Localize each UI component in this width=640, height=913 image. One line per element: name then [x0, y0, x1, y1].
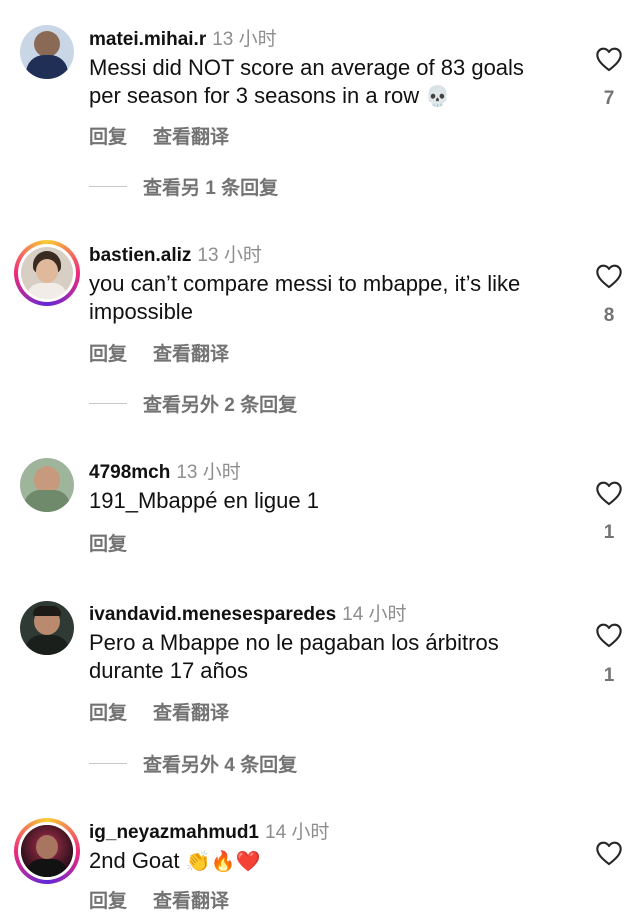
view-replies-button[interactable]: 查看另外 2 条回复 — [89, 390, 297, 417]
reply-button[interactable]: 回复 — [89, 344, 127, 365]
like-count: 1 — [603, 665, 615, 686]
username[interactable]: 4798mch — [89, 462, 170, 483]
reply-button[interactable]: 回复 — [89, 891, 127, 912]
timestamp: 14 小时 — [342, 604, 407, 625]
username[interactable]: bastien.aliz — [89, 245, 191, 266]
like-button[interactable] — [594, 840, 624, 866]
comment-text: Messi did NOT score an average of 83 goa… — [89, 54, 559, 110]
avatar — [21, 247, 73, 299]
username[interactable]: matei.mihai.r — [89, 29, 206, 50]
username[interactable]: ig_neyazmahmud1 — [89, 822, 259, 843]
avatar-story-ring[interactable] — [14, 818, 80, 884]
comment-header: ig_neyazmahmud1 14 小时 — [89, 817, 329, 844]
comment-actions: 回复 查看翻译 — [89, 339, 255, 366]
comment-actions: 回复 查看翻译 — [89, 886, 255, 913]
view-replies-label: 查看另外 4 条回复 — [143, 755, 298, 776]
see-translation-button[interactable]: 查看翻译 — [153, 891, 229, 912]
comment-body: Pero a Mbappe no le pagaban los árbitros… — [89, 630, 499, 683]
like-button[interactable] — [594, 263, 624, 289]
timestamp: 13 小时 — [212, 29, 277, 50]
view-replies-button[interactable]: 查看另外 4 条回复 — [89, 750, 297, 777]
comment-text: 2nd Goat 👏🔥❤️ — [89, 847, 559, 875]
reply-button[interactable]: 回复 — [89, 127, 127, 148]
username[interactable]: ivandavid.menesesparedes — [89, 604, 336, 625]
reply-button[interactable]: 回复 — [89, 534, 127, 555]
see-translation-button[interactable]: 查看翻译 — [153, 703, 229, 724]
like-count: 7 — [603, 88, 615, 109]
timestamp: 13 小时 — [197, 245, 262, 266]
comment-actions: 回复 查看翻译 — [89, 122, 255, 149]
like-button[interactable] — [594, 46, 624, 72]
divider-line — [89, 403, 127, 404]
view-replies-button[interactable]: 查看另 1 条回复 — [89, 173, 278, 200]
comment-text: Pero a Mbappe no le pagaban los árbitros… — [89, 629, 559, 685]
comment-body: you can’t compare messi to mbappe, it’s … — [89, 271, 521, 324]
comment-actions: 回复 查看翻译 — [89, 698, 255, 725]
divider-line — [89, 763, 127, 764]
comment-text: 191_Mbappé en ligue 1 — [89, 487, 559, 515]
comment-body: Messi did NOT score an average of 83 goa… — [89, 55, 524, 108]
avatar — [21, 825, 73, 877]
comment-body: 2nd Goat — [89, 848, 180, 873]
see-translation-button[interactable]: 查看翻译 — [153, 127, 229, 148]
divider-line — [89, 186, 127, 187]
heart-outline-icon — [596, 47, 622, 72]
heart-outline-icon — [596, 264, 622, 289]
heart-outline-icon — [596, 481, 622, 506]
reply-button[interactable]: 回复 — [89, 703, 127, 724]
comment-text: you can’t compare messi to mbappe, it’s … — [89, 270, 559, 326]
comment-header: matei.mihai.r 13 小时 — [89, 24, 277, 51]
skull-emoji: 💀 — [425, 84, 451, 108]
comment-header: 4798mch 13 小时 — [89, 457, 241, 484]
like-button[interactable] — [594, 622, 624, 648]
comment-body: 191_Mbappé en ligue 1 — [89, 488, 319, 513]
view-replies-label: 查看另外 2 条回复 — [143, 395, 298, 416]
heart-outline-icon — [596, 623, 622, 648]
like-count: 1 — [603, 522, 615, 543]
timestamp: 13 小时 — [176, 462, 241, 483]
avatar-story-ring[interactable] — [14, 240, 80, 306]
avatar[interactable] — [20, 601, 74, 655]
comment-header: bastien.aliz 13 小时 — [89, 240, 262, 267]
like-button[interactable] — [594, 480, 624, 506]
comment-header: ivandavid.menesesparedes 14 小时 — [89, 599, 407, 626]
like-count: 8 — [603, 305, 615, 326]
heart-outline-icon — [596, 841, 622, 866]
avatar[interactable] — [20, 458, 74, 512]
see-translation-button[interactable]: 查看翻译 — [153, 344, 229, 365]
timestamp: 14 小时 — [265, 822, 330, 843]
clap-fire-heart-emoji: 👏🔥❤️ — [185, 849, 261, 873]
comment-actions: 回复 — [89, 529, 153, 556]
view-replies-label: 查看另 1 条回复 — [143, 178, 279, 199]
avatar[interactable] — [20, 25, 74, 79]
